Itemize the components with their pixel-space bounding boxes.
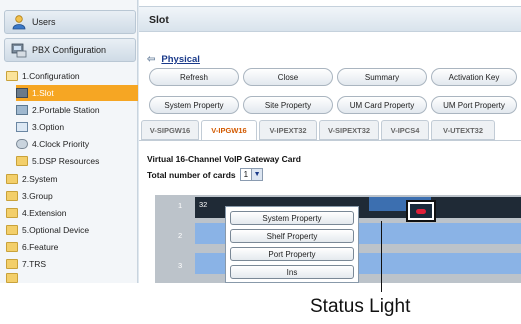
tab-divider	[139, 140, 521, 141]
refresh-button[interactable]: Refresh	[149, 68, 239, 86]
tab-v-ipcs4[interactable]: V-IPCS4	[381, 120, 429, 140]
tab-v-sipgw16[interactable]: V-SIPGW16	[141, 120, 199, 140]
tab-v-sipext32[interactable]: V-SIPEXT32	[319, 120, 379, 140]
tree-item-clock-priority[interactable]: 4.Clock Priority	[16, 136, 134, 152]
slot-number: 32	[199, 200, 208, 209]
tree-item-label: 2.Portable Station	[32, 105, 100, 115]
tree-item-label: 5.DSP Resources	[32, 156, 100, 166]
folder-icon	[16, 156, 28, 166]
users-icon	[11, 14, 27, 30]
tree-item-label: 1.Configuration	[22, 71, 80, 81]
back-arrow-icon[interactable]: ⇦	[147, 54, 155, 65]
folder-icon	[6, 225, 18, 235]
card-type-tabs: V-SIPGW16 V-IPGW16 V-IPEXT32 V-SIPEXT32 …	[139, 120, 521, 141]
breadcrumb-link-physical[interactable]: Physical	[161, 54, 200, 65]
tree-item-configuration[interactable]: 1.Configuration	[6, 68, 134, 84]
tab-v-ipgw16[interactable]: V-IPGW16	[201, 120, 257, 141]
tree-item-group[interactable]: 3.Group	[6, 188, 134, 204]
folder-icon	[6, 273, 18, 283]
tree-item-optional-device[interactable]: 5.Optional Device	[6, 222, 134, 238]
screenshot-frame: Users PBX Configuration 1.Configuration …	[0, 0, 521, 283]
tree-item-label: 5.Optional Device	[22, 225, 90, 235]
annotation-pointer-line	[381, 221, 382, 292]
tree-item-label: 4.Clock Priority	[32, 139, 90, 149]
tree-item-trs[interactable]: 7.TRS	[6, 256, 134, 272]
menu-item-shelf-property[interactable]: Shelf Property	[230, 229, 354, 243]
menu-item-system-property[interactable]: System Property	[230, 211, 354, 225]
page-title: Slot	[139, 6, 521, 32]
folder-icon	[6, 259, 18, 269]
tree-item-slot[interactable]: 1.Slot	[16, 85, 138, 101]
slot-icon	[16, 88, 28, 98]
um-port-property-button[interactable]: UM Port Property	[431, 96, 517, 114]
close-button[interactable]: Close	[243, 68, 333, 86]
folder-icon	[6, 191, 18, 201]
context-menu: System Property Shelf Property Port Prop…	[225, 206, 359, 283]
tree-item-label: 7.TRS	[22, 259, 47, 269]
pbx-configuration-menu[interactable]: PBX Configuration	[4, 38, 136, 62]
folder-icon	[6, 242, 18, 252]
total-cards-label: Total number of cards	[147, 169, 236, 180]
total-cards-row: Total number of cards 1 ▼	[147, 168, 264, 181]
folder-icon	[6, 208, 18, 218]
tree-item-label: 1.Slot	[32, 88, 54, 98]
card-title: Virtual 16-Channel VoIP Gateway Card	[147, 154, 301, 164]
activation-key-button[interactable]: Activation Key	[431, 68, 517, 86]
main-panel: Slot ⇦ Physical Refresh Close Summary Ac…	[139, 0, 521, 283]
users-menu[interactable]: Users	[4, 10, 136, 34]
annotation-caption: Status Light	[310, 296, 411, 317]
tree-item-feature[interactable]: 6.Feature	[6, 239, 134, 255]
site-property-button[interactable]: Site Property	[243, 96, 333, 114]
row-number: 1	[178, 201, 183, 210]
tree-item-system[interactable]: 2.System	[6, 171, 134, 187]
summary-button[interactable]: Summary	[337, 68, 427, 86]
um-card-property-button[interactable]: UM Card Property	[337, 96, 427, 114]
tree-item-dsp-resources[interactable]: 5.DSP Resources	[16, 153, 134, 169]
menu-item-port-property[interactable]: Port Property	[230, 247, 354, 261]
row-number: 2	[178, 231, 183, 240]
system-property-button[interactable]: System Property	[149, 96, 239, 114]
folder-icon	[6, 174, 18, 184]
tree-item-label: 4.Extension	[22, 208, 67, 218]
sidebar: Users PBX Configuration 1.Configuration …	[0, 0, 138, 283]
portable-station-icon	[16, 105, 28, 115]
breadcrumb: ⇦ Physical	[147, 54, 200, 65]
pbx-label: PBX Configuration	[32, 45, 107, 55]
tree-item-label: 3.Option	[32, 122, 65, 132]
tab-v-ipext32[interactable]: V-IPEXT32	[259, 120, 317, 140]
tab-v-utext32[interactable]: V-UTEXT32	[431, 120, 495, 140]
tree-item-label: 6.Feature	[22, 242, 59, 252]
chevron-down-icon: ▼	[251, 169, 263, 180]
row-number: 3	[178, 261, 183, 270]
tree-item-label: 3.Group	[22, 191, 53, 201]
total-cards-value: 1	[243, 170, 249, 179]
tree-item-option[interactable]: 3.Option	[16, 119, 134, 135]
option-icon	[16, 122, 28, 132]
tree-item-clipped[interactable]	[6, 273, 134, 283]
menu-item-ins[interactable]: Ins	[230, 265, 354, 279]
tree-item-extension[interactable]: 4.Extension	[6, 205, 134, 221]
pbx-icon	[11, 42, 27, 58]
clock-icon	[16, 139, 28, 149]
folder-open-icon	[6, 71, 18, 81]
status-light-frame	[406, 200, 436, 222]
status-light-housing	[410, 204, 432, 218]
total-cards-select[interactable]: 1 ▼	[239, 168, 264, 181]
tree-item-portable-station[interactable]: 2.Portable Station	[16, 102, 134, 118]
users-label: Users	[32, 17, 56, 27]
tree-item-label: 2.System	[22, 174, 58, 184]
status-light-led	[416, 209, 426, 214]
